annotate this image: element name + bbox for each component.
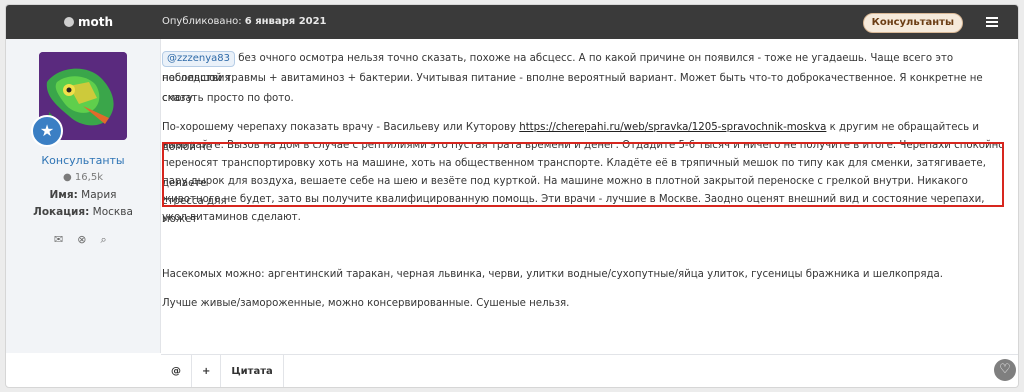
author-location-field: Локация: Москва bbox=[33, 206, 133, 218]
mail-icon[interactable]: ✉ bbox=[54, 233, 63, 247]
paragraph-4: Лучше живые/замороженные, можно консерви… bbox=[162, 298, 570, 309]
paragraph-2-line-6: укол витаминов сделают. bbox=[162, 212, 301, 223]
author-panel: ★ Консультанты ● 16,5k Имя: Мария Локаци… bbox=[6, 39, 161, 353]
author-role[interactable]: Консультанты bbox=[6, 154, 160, 167]
author-link[interactable]: moth bbox=[64, 15, 113, 29]
reputation: ● 16,5k bbox=[63, 172, 103, 183]
online-status-icon bbox=[64, 17, 74, 27]
post-date: Опубликовано: 6 января 2021 bbox=[162, 16, 327, 27]
group-badge[interactable]: Консультанты bbox=[862, 13, 963, 33]
reference-link[interactable]: https://cherepahi.ru/web/spravka/1205-sp… bbox=[519, 122, 826, 133]
star-icon: ★ bbox=[31, 115, 63, 147]
user-mention[interactable]: @zzzenya83 bbox=[162, 51, 236, 67]
author-name[interactable]: moth bbox=[78, 15, 113, 29]
menu-icon[interactable] bbox=[986, 17, 998, 29]
paragraph-1-line-3: сказать просто по фото. bbox=[162, 93, 294, 104]
paragraph-2-line-2: вызывайте. Вызов на дом в случае с репти… bbox=[162, 140, 1005, 151]
plus-icon: + bbox=[202, 365, 211, 377]
author-actions: ✉ ⊗ ⌕ bbox=[54, 233, 107, 247]
forum-post: moth Опубликовано: 6 января 2021 Консуль… bbox=[5, 4, 1019, 388]
heart-icon[interactable]: ♡ bbox=[994, 359, 1016, 381]
reputation-icon: ● bbox=[63, 172, 72, 183]
paragraph-3: Насекомых можно: аргентинский таракан, ч… bbox=[162, 269, 944, 280]
mention-button[interactable]: @ bbox=[161, 355, 192, 387]
post-header: moth Опубликовано: 6 января 2021 Консуль… bbox=[6, 5, 1018, 39]
block-icon[interactable]: ⊗ bbox=[77, 233, 86, 247]
at-icon: @ bbox=[171, 365, 181, 377]
post-toolbar: @ + Цитата bbox=[161, 354, 1018, 387]
author-name-field: Имя: Мария bbox=[49, 189, 117, 201]
multiquote-button[interactable]: + bbox=[192, 355, 222, 387]
search-icon[interactable]: ⌕ bbox=[100, 233, 106, 247]
quote-button[interactable]: Цитата bbox=[221, 355, 284, 387]
